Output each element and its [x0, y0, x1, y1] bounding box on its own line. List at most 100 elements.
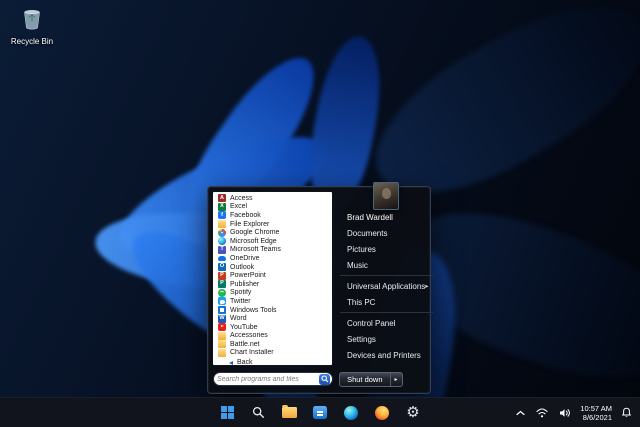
menu-item-publisher[interactable]: Publisher	[213, 280, 332, 289]
access-icon	[218, 194, 226, 203]
tray-time: 10:57 AM	[580, 403, 612, 413]
start-menu-places-panel: Brad Wardell Documents Pictures Music Un…	[336, 182, 437, 366]
menu-item-access[interactable]: Access	[213, 194, 332, 203]
menu-item-excel[interactable]: Excel	[213, 202, 332, 212]
start-menu-item-music[interactable]: Music	[338, 257, 435, 273]
menu-item-label: Microsoft Edge	[230, 237, 277, 245]
start-menu-item-universal-applications[interactable]: Universal Applications ▸	[338, 278, 435, 294]
recycle-bin[interactable]: Recycle Bin	[6, 8, 58, 46]
tray-overflow-button[interactable]	[514, 408, 527, 418]
user-name[interactable]: Brad Wardell	[338, 210, 435, 225]
taskbar-store-button[interactable]	[307, 401, 333, 425]
item-label: Control Panel	[347, 318, 396, 328]
desktop: Recycle Bin Access Excel Facebook File E…	[0, 0, 640, 427]
menu-item-label: Twitter	[230, 297, 251, 305]
back-button[interactable]: Back	[213, 359, 332, 366]
menu-item-label: PowerPoint	[230, 272, 266, 280]
menu-item-label: File Explorer	[230, 220, 270, 228]
item-label: Music	[347, 260, 368, 270]
menu-item-label: Publisher	[230, 280, 260, 288]
menu-item-label: Accessories	[230, 332, 268, 340]
folder-icon	[218, 340, 226, 349]
search-button[interactable]	[319, 373, 330, 385]
menu-item-label: Excel	[230, 203, 248, 211]
menu-divider	[340, 275, 433, 276]
menu-item-label: Microsoft Teams	[230, 246, 281, 254]
network-button[interactable]	[534, 406, 550, 420]
start-menu-item-control-panel[interactable]: Control Panel	[338, 315, 435, 331]
menu-item-microsoft-edge[interactable]: Microsoft Edge	[213, 237, 332, 246]
youtube-icon	[218, 323, 226, 332]
start-menu-item-this-pc[interactable]: This PC	[338, 294, 435, 310]
taskbar: ⚙ 10:57 AM 8/6/2021	[0, 397, 640, 427]
back-label: Back	[237, 359, 253, 366]
taskbar-file-explorer-button[interactable]	[276, 401, 302, 425]
taskbar-search-button[interactable]	[245, 401, 271, 425]
menu-item-spotify[interactable]: Spotify	[213, 288, 332, 298]
microsoft-store-icon	[313, 406, 327, 419]
windows-logo-icon	[220, 406, 234, 419]
notifications-button[interactable]	[619, 405, 634, 420]
gear-icon: ⚙	[406, 403, 420, 421]
edge-icon	[218, 237, 226, 246]
outlook-icon	[218, 263, 226, 272]
excel-icon	[218, 202, 226, 211]
menu-item-label: Chart Installer	[230, 349, 274, 357]
taskbar-settings-button[interactable]: ⚙	[400, 401, 426, 425]
search-input[interactable]	[217, 375, 317, 383]
start-menu-apps-panel: Access Excel Facebook File Explorer Goog…	[212, 191, 333, 366]
menu-item-youtube[interactable]: YouTube	[213, 323, 332, 332]
menu-item-label: Spotify	[230, 289, 252, 297]
start-menu-item-pictures[interactable]: Pictures	[338, 241, 435, 257]
menu-item-chart-installer[interactable]: Chart Installer	[213, 348, 332, 358]
word-icon	[218, 314, 226, 323]
wifi-icon	[536, 407, 548, 417]
app-list: Access Excel Facebook File Explorer Goog…	[213, 194, 332, 357]
start-button[interactable]	[214, 401, 240, 425]
menu-item-label: OneDrive	[230, 254, 260, 262]
facebook-icon	[218, 211, 226, 220]
menu-item-windows-tools[interactable]: Windows Tools	[213, 306, 332, 315]
menu-item-outlook[interactable]: Outlook	[213, 263, 332, 272]
file-explorer-icon	[218, 219, 226, 229]
menu-item-file-explorer[interactable]: File Explorer	[213, 219, 332, 229]
shutdown-options-arrow-icon[interactable]: ▸	[391, 376, 402, 383]
twitter-icon	[218, 297, 226, 306]
menu-item-label: Google Chrome	[230, 229, 280, 237]
tray-date: 8/6/2021	[582, 412, 612, 422]
menu-item-label: Outlook	[230, 263, 255, 271]
start-menu-item-devices-and-printers[interactable]: Devices and Printers	[338, 347, 435, 363]
item-label: Devices and Printers	[347, 350, 421, 360]
menu-item-google-chrome[interactable]: Google Chrome	[213, 228, 332, 237]
menu-item-powerpoint[interactable]: PowerPoint	[213, 271, 332, 280]
start-menu-search-box[interactable]	[213, 372, 333, 386]
edge-icon	[344, 405, 358, 420]
user-avatar[interactable]	[373, 182, 400, 210]
volume-button[interactable]	[557, 406, 573, 420]
item-label: Universal Applications	[347, 281, 426, 291]
item-label: Settings	[347, 334, 376, 344]
taskbar-clock[interactable]: 10:57 AM 8/6/2021	[580, 404, 612, 422]
spotify-icon	[218, 288, 226, 297]
bell-icon	[621, 407, 632, 418]
publisher-icon	[218, 280, 226, 289]
folder-icon	[218, 331, 226, 340]
menu-item-twitter[interactable]: Twitter	[213, 297, 332, 306]
item-label: This PC	[347, 297, 376, 307]
start-menu-item-documents[interactable]: Documents	[338, 225, 435, 241]
menu-divider	[340, 312, 433, 313]
firefox-icon	[375, 405, 389, 420]
taskbar-edge-button[interactable]	[338, 401, 364, 425]
menu-item-battle-net[interactable]: Battle.net	[213, 340, 332, 349]
start-menu-item-settings[interactable]: Settings	[338, 331, 435, 347]
shutdown-button[interactable]: Shut down ▸	[339, 371, 403, 387]
menu-item-microsoft-teams[interactable]: Microsoft Teams	[213, 245, 332, 255]
menu-item-word[interactable]: Word	[213, 314, 332, 323]
menu-item-facebook[interactable]: Facebook	[213, 211, 332, 220]
taskbar-firefox-button[interactable]	[369, 401, 395, 425]
menu-item-accessories[interactable]: Accessories	[213, 331, 332, 341]
menu-item-label: Word	[230, 315, 247, 323]
menu-item-label: Battle.net	[230, 340, 260, 348]
recycle-bin-label: Recycle Bin	[10, 37, 54, 46]
menu-item-onedrive[interactable]: OneDrive	[213, 254, 332, 263]
